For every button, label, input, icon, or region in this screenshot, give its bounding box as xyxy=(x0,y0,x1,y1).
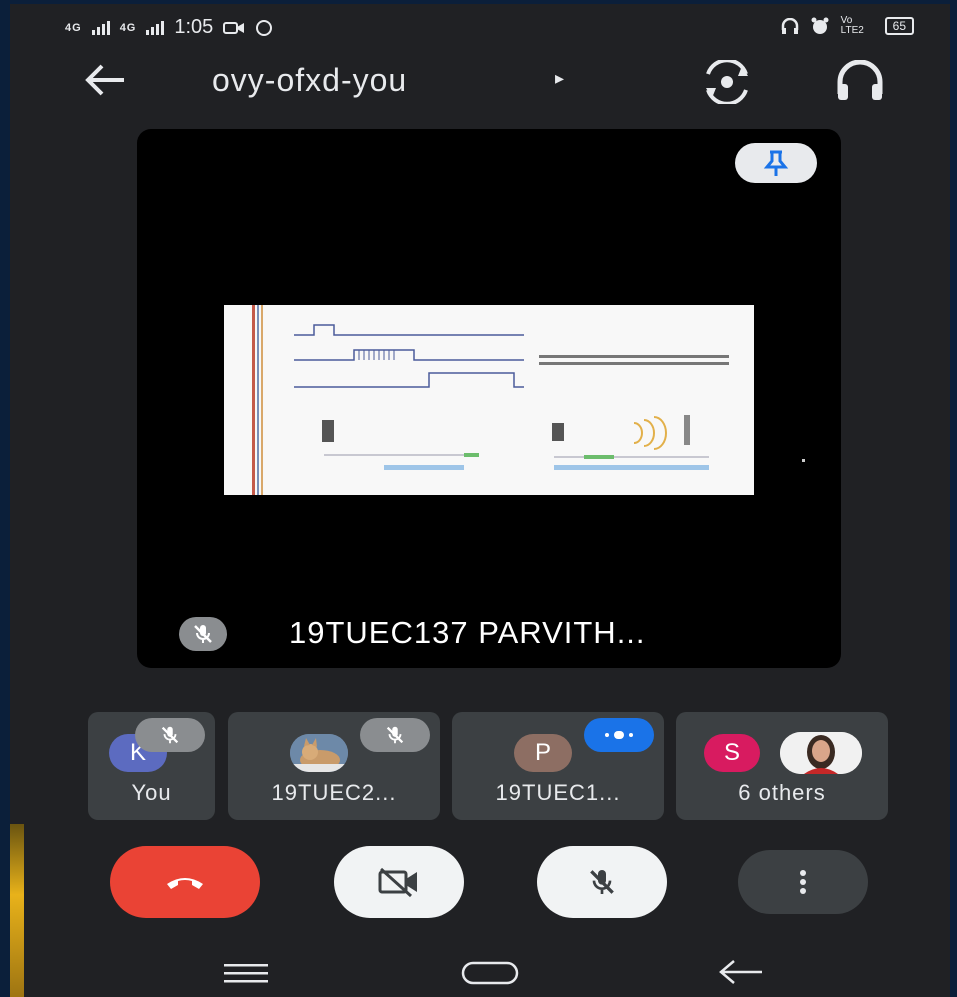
participant-tile-you[interactable]: K You xyxy=(88,712,215,820)
mic-off-badge xyxy=(360,718,430,752)
avatar-initial: P xyxy=(534,739,551,766)
person-photo-icon xyxy=(780,732,862,774)
audio-output-button[interactable] xyxy=(832,59,888,104)
participant-label: You xyxy=(131,780,172,805)
battery-indicator: 65 xyxy=(884,17,914,35)
shared-screen-content xyxy=(224,305,754,495)
caret-right-icon[interactable]: ▸ xyxy=(555,68,564,89)
volte-label: Vo LTE2 xyxy=(840,15,864,36)
presenter-mic-status xyxy=(179,617,227,651)
speaking-indicator xyxy=(584,718,654,752)
signal-bars-icon xyxy=(146,20,165,35)
camera-off-icon xyxy=(378,867,417,898)
mic-toggle-button[interactable] xyxy=(537,846,667,918)
audio-level-icon xyxy=(605,731,633,739)
mic-off-badge xyxy=(135,718,205,752)
main-video-stage[interactable]: 19TUEC137 PARVITH... xyxy=(137,129,841,668)
menu-icon xyxy=(224,964,268,983)
more-options-button[interactable] xyxy=(738,850,868,914)
presenter-name: 19TUEC137 PARVITH... xyxy=(289,615,646,650)
end-call-icon xyxy=(167,878,203,889)
participant-label: 19TUEC2... xyxy=(271,780,397,805)
system-back-button[interactable] xyxy=(716,958,764,986)
clock: 1:05 xyxy=(174,16,214,38)
home-button[interactable] xyxy=(460,960,520,986)
back-button[interactable] xyxy=(80,58,130,102)
mic-off-icon xyxy=(161,726,179,744)
signal-1-label: 4G xyxy=(65,21,82,34)
whatsapp-icon xyxy=(256,19,273,36)
participant-label: 6 others xyxy=(738,780,826,805)
participant-strip: K You 19TUEC2... P 19TUEC1... S 6 others xyxy=(88,712,888,822)
system-navigation-bar xyxy=(10,944,950,997)
cat-photo-icon xyxy=(290,734,348,772)
avatar-initial: S xyxy=(723,739,740,766)
avatar: P xyxy=(514,734,572,772)
meeting-header: ovy-ofxd-you ▸ xyxy=(10,54,950,114)
end-call-button[interactable] xyxy=(110,846,260,918)
status-bar: 4G 4G 1:05 Vo LTE2 65 xyxy=(10,4,950,48)
camera-toggle-button[interactable] xyxy=(334,846,464,918)
signal-2-label: 4G xyxy=(119,21,137,34)
mic-off-icon xyxy=(590,870,614,894)
recents-button[interactable] xyxy=(222,962,272,984)
switch-camera-button[interactable] xyxy=(702,58,752,106)
avatar-photo xyxy=(290,734,348,772)
headset-status-icon xyxy=(781,18,798,34)
stage-dot xyxy=(802,459,805,462)
home-icon xyxy=(461,961,519,985)
meet-screen: 4G 4G 1:05 Vo LTE2 65 ovy-ofxd-you ▸ 19T… xyxy=(10,4,950,997)
back-arrow-icon xyxy=(719,960,762,984)
participant-tile-2[interactable]: 19TUEC2... xyxy=(228,712,440,820)
switch-camera-icon xyxy=(706,58,748,106)
pin-icon xyxy=(763,150,789,176)
avatar-photo xyxy=(780,732,862,774)
arrow-left-icon xyxy=(85,64,124,96)
video-notification-icon xyxy=(223,21,245,34)
alarm-icon xyxy=(811,17,829,34)
timing-diagram-image xyxy=(224,305,754,495)
mic-off-icon xyxy=(386,726,404,744)
avatar: S xyxy=(704,734,760,772)
participant-tile-others[interactable]: S 6 others xyxy=(676,712,888,820)
more-vert-icon xyxy=(800,870,806,894)
headphones-icon xyxy=(837,59,883,100)
participant-tile-3[interactable]: P 19TUEC1... xyxy=(452,712,664,820)
pin-button[interactable] xyxy=(735,143,817,183)
meeting-code[interactable]: ovy-ofxd-you xyxy=(212,62,407,99)
participant-label: 19TUEC1... xyxy=(495,780,621,805)
signal-bars-icon xyxy=(91,20,110,35)
mic-off-icon xyxy=(194,625,212,643)
